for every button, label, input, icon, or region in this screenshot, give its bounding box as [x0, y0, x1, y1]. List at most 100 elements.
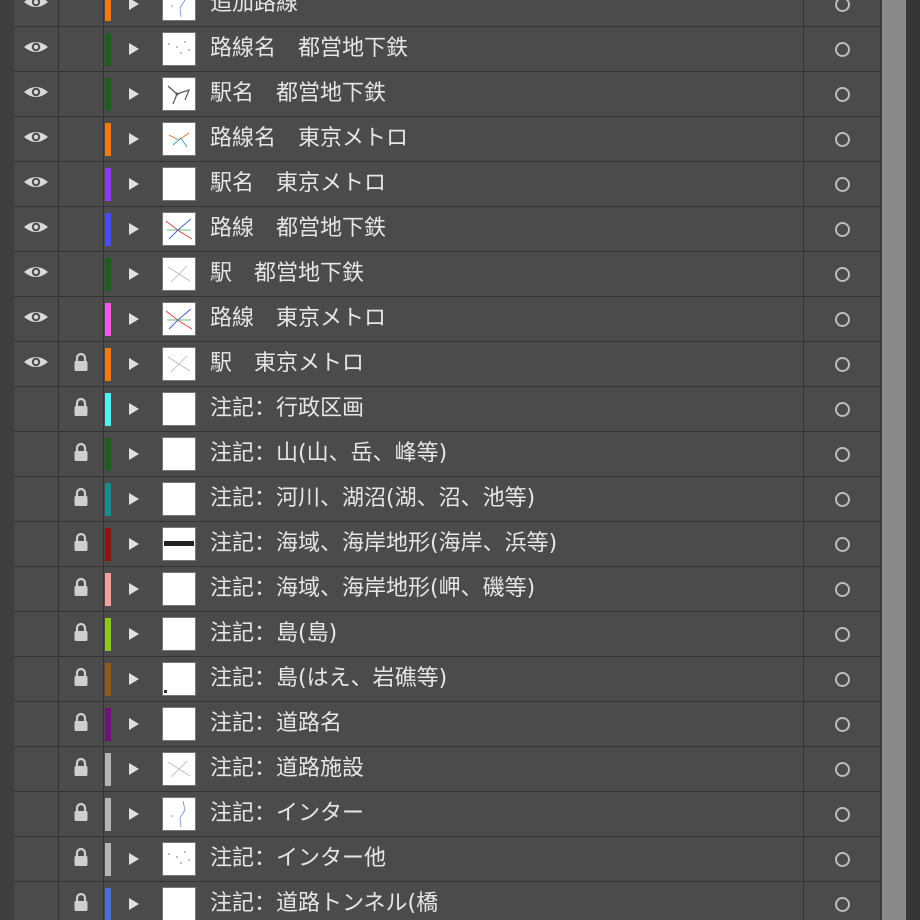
lock-toggle[interactable] [59, 117, 104, 161]
target-cell[interactable] [803, 612, 880, 656]
layer-name[interactable]: 注記：山(山、岳、峰等) [210, 432, 447, 476]
scrollbar[interactable] [880, 0, 920, 920]
disclosure-triangle-icon[interactable] [126, 702, 142, 746]
layer-name[interactable]: 注記：道路名 [210, 702, 342, 746]
disclosure-triangle-icon[interactable] [126, 252, 142, 296]
layer-name[interactable]: 注記：道路施設 [210, 747, 364, 791]
visibility-toggle[interactable] [14, 657, 59, 701]
disclosure-triangle-icon[interactable] [126, 792, 142, 836]
layer-row[interactable]: 駅 東京メトロ [14, 342, 880, 387]
visibility-toggle[interactable] [14, 162, 59, 206]
disclosure-triangle-icon[interactable] [126, 72, 142, 116]
target-cell[interactable] [803, 522, 880, 566]
layer-row[interactable]: 注記：山(山、岳、峰等) [14, 432, 880, 477]
disclosure-triangle-icon[interactable] [126, 837, 142, 881]
lock-toggle[interactable] [59, 342, 104, 386]
lock-toggle[interactable] [59, 387, 104, 431]
visibility-toggle[interactable] [14, 702, 59, 746]
layer-row[interactable]: 路線 東京メトロ [14, 297, 880, 342]
disclosure-triangle-icon[interactable] [126, 162, 142, 206]
target-cell[interactable] [803, 657, 880, 701]
disclosure-triangle-icon[interactable] [126, 567, 142, 611]
lock-toggle[interactable] [59, 882, 104, 920]
lock-toggle[interactable] [59, 747, 104, 791]
disclosure-triangle-icon[interactable] [126, 657, 142, 701]
disclosure-triangle-icon[interactable] [126, 207, 142, 251]
layer-row[interactable]: 駅名 都営地下鉄 [14, 72, 880, 117]
visibility-toggle[interactable] [14, 0, 59, 26]
layer-name[interactable]: 路線名 都営地下鉄 [210, 27, 408, 71]
disclosure-triangle-icon[interactable] [126, 882, 142, 920]
lock-toggle[interactable] [59, 297, 104, 341]
layer-name[interactable]: 駅 都営地下鉄 [210, 252, 364, 296]
target-cell[interactable] [803, 27, 880, 71]
layer-row[interactable]: 注記：河川、湖沼(湖、沼、池等) [14, 477, 880, 522]
layer-name[interactable]: 駅 東京メトロ [210, 342, 364, 386]
layer-name[interactable]: 注記：河川、湖沼(湖、沼、池等) [210, 477, 535, 521]
disclosure-triangle-icon[interactable] [126, 522, 142, 566]
target-cell[interactable] [803, 117, 880, 161]
visibility-toggle[interactable] [14, 252, 59, 296]
lock-toggle[interactable] [59, 162, 104, 206]
layer-row[interactable]: 注記：島(はえ、岩礁等) [14, 657, 880, 702]
layer-row[interactable]: 注記：インター他 [14, 837, 880, 882]
layer-name[interactable]: 注記：海域、海岸地形(岬、磯等) [210, 567, 535, 611]
target-cell[interactable] [803, 297, 880, 341]
layer-name[interactable]: 注記：海域、海岸地形(海岸、浜等) [210, 522, 557, 566]
lock-toggle[interactable] [59, 27, 104, 71]
layer-row[interactable]: 注記：インター [14, 792, 880, 837]
lock-toggle[interactable] [59, 207, 104, 251]
lock-toggle[interactable] [59, 702, 104, 746]
visibility-toggle[interactable] [14, 792, 59, 836]
target-cell[interactable] [803, 792, 880, 836]
disclosure-triangle-icon[interactable] [126, 117, 142, 161]
visibility-toggle[interactable] [14, 342, 59, 386]
layer-name[interactable]: 路線 都営地下鉄 [210, 207, 386, 251]
lock-toggle[interactable] [59, 432, 104, 476]
layer-row[interactable]: 駅 都営地下鉄 [14, 252, 880, 297]
layer-name[interactable]: 注記：道路トンネル(橋 [210, 882, 438, 920]
visibility-toggle[interactable] [14, 387, 59, 431]
disclosure-triangle-icon[interactable] [126, 0, 142, 26]
layer-name[interactable]: 路線 東京メトロ [210, 297, 386, 341]
layer-row[interactable]: 注記：海域、海岸地形(岬、磯等) [14, 567, 880, 612]
layer-row[interactable]: 追加路線 [14, 0, 880, 27]
visibility-toggle[interactable] [14, 882, 59, 920]
disclosure-triangle-icon[interactable] [126, 27, 142, 71]
layer-row[interactable]: 注記：島(島) [14, 612, 880, 657]
disclosure-triangle-icon[interactable] [126, 342, 142, 386]
layer-name[interactable]: 注記：インター他 [210, 837, 386, 881]
target-cell[interactable] [803, 477, 880, 521]
visibility-toggle[interactable] [14, 297, 59, 341]
visibility-toggle[interactable] [14, 72, 59, 116]
target-cell[interactable] [803, 567, 880, 611]
lock-toggle[interactable] [59, 477, 104, 521]
visibility-toggle[interactable] [14, 612, 59, 656]
layer-row[interactable]: 路線名 東京メトロ [14, 117, 880, 162]
target-cell[interactable] [803, 342, 880, 386]
disclosure-triangle-icon[interactable] [126, 612, 142, 656]
layer-name[interactable]: 注記：島(はえ、岩礁等) [210, 657, 447, 701]
layer-row[interactable]: 注記：道路施設 [14, 747, 880, 792]
visibility-toggle[interactable] [14, 432, 59, 476]
target-cell[interactable] [803, 882, 880, 920]
layer-name[interactable]: 注記：島(島) [210, 612, 337, 656]
layer-row[interactable]: 注記：道路名 [14, 702, 880, 747]
visibility-toggle[interactable] [14, 27, 59, 71]
layer-name[interactable]: 追加路線 [210, 0, 298, 26]
lock-toggle[interactable] [59, 72, 104, 116]
layer-name[interactable]: 駅名 東京メトロ [210, 162, 386, 206]
target-cell[interactable] [803, 702, 880, 746]
target-cell[interactable] [803, 747, 880, 791]
visibility-toggle[interactable] [14, 747, 59, 791]
disclosure-triangle-icon[interactable] [126, 297, 142, 341]
layer-row[interactable]: 注記：道路トンネル(橋 [14, 882, 880, 920]
target-cell[interactable] [803, 387, 880, 431]
lock-toggle[interactable] [59, 837, 104, 881]
visibility-toggle[interactable] [14, 522, 59, 566]
target-cell[interactable] [803, 432, 880, 476]
layer-row[interactable]: 注記：海域、海岸地形(海岸、浜等) [14, 522, 880, 567]
disclosure-triangle-icon[interactable] [126, 432, 142, 476]
lock-toggle[interactable] [59, 612, 104, 656]
target-cell[interactable] [803, 837, 880, 881]
